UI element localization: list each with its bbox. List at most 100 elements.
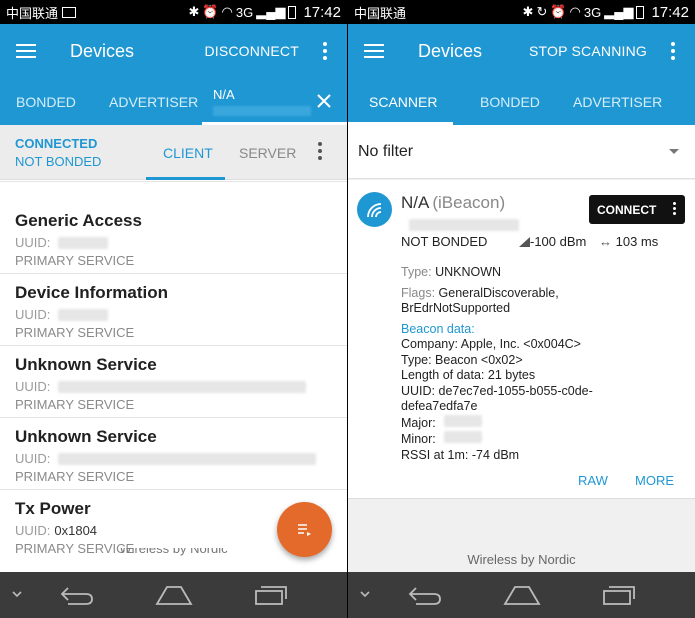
beacon-minor: Minor: xyxy=(401,431,681,448)
recents-icon[interactable] xyxy=(602,584,636,606)
tab-scanner[interactable]: SCANNER xyxy=(369,78,437,125)
connection-state: CONNECTED xyxy=(15,136,98,151)
service-name: Tx Power xyxy=(15,499,91,518)
connected-device-name: N/A xyxy=(213,87,235,102)
clock: 17:42 xyxy=(303,3,341,21)
back-icon[interactable] xyxy=(60,585,94,607)
status-bar: 中国联通 ✱ ↻ ⏰ ◠ 3G ▂▄▆ 17:42 xyxy=(348,0,695,24)
beacon-rssi-1m: RSSI at 1m: -74 dBm xyxy=(401,447,520,462)
disconnect-button[interactable]: DISCONNECT xyxy=(204,43,299,59)
device-card[interactable]: N/A (iBeacon) CONNECT NOT BONDED -100 dBm… xyxy=(348,180,695,499)
device-address-redacted xyxy=(213,106,311,116)
app-bar: Devices DISCONNECT xyxy=(0,24,347,78)
service-type: PRIMARY SERVICE xyxy=(15,397,135,412)
tab-advertiser[interactable]: ADVERTISER xyxy=(573,78,662,125)
home-icon[interactable] xyxy=(503,584,541,606)
tab-client[interactable]: CLIENT xyxy=(163,125,213,180)
wifi-icon: ◠ xyxy=(569,4,581,19)
flags-value-cont: BrEdrNotSupported xyxy=(401,301,511,315)
carrier-label: 中国联通 xyxy=(6,5,59,21)
close-icon[interactable] xyxy=(317,94,331,108)
flags-value: GeneralDiscoverable, xyxy=(438,285,559,300)
device-address-redacted xyxy=(409,219,519,231)
footer-text: Wireless by Nordic xyxy=(467,552,576,567)
service-name: Unknown Service xyxy=(15,427,157,446)
tab-connected-device[interactable]: N/A xyxy=(213,78,313,125)
beacon-company: Company: Apple, Inc. <0x004C> xyxy=(401,337,581,351)
alarm-icon: ⏰ xyxy=(202,4,219,19)
advertising-details: Type: UNKNOWN Flags: GeneralDiscoverable… xyxy=(401,265,681,463)
device-name: N/A (iBeacon) xyxy=(401,193,506,212)
rssi-value: -100 dBm xyxy=(519,234,586,249)
device-type: UNKNOWN xyxy=(435,265,502,279)
service-uuid: UUID: 0x1804 xyxy=(15,523,98,538)
service-uuid: UUID: xyxy=(15,307,109,322)
service-type: PRIMARY SERVICE xyxy=(15,469,135,484)
sync-icon: ↻ xyxy=(536,4,548,19)
home-icon[interactable] xyxy=(155,584,193,606)
network-type-label: 3G xyxy=(583,4,602,20)
service-item-generic-access[interactable]: Generic Access UUID: PRIMARY SERVICE xyxy=(0,202,347,274)
service-name: Device Information xyxy=(15,283,169,302)
tab-server[interactable]: SERVER xyxy=(239,125,296,180)
more-vert-icon[interactable] xyxy=(661,42,685,60)
beacon-icon xyxy=(357,192,392,227)
service-item-unknown-1[interactable]: Unknown Service UUID: PRIMARY SERVICE xyxy=(0,346,347,418)
menu-icon[interactable] xyxy=(16,44,36,58)
beacon-length: Length of data: 21 bytes xyxy=(401,368,536,382)
menu-icon[interactable] xyxy=(364,44,384,58)
chevron-down-icon[interactable] xyxy=(12,591,22,599)
beacon-type: Type: Beacon <0x02> xyxy=(401,352,523,367)
bluetooth-icon: ✱ xyxy=(188,4,200,19)
clock: 17:42 xyxy=(651,3,689,21)
tab-bonded[interactable]: BONDED xyxy=(480,78,540,125)
battery-icon xyxy=(288,5,297,19)
service-item-device-information[interactable]: Device Information UUID: PRIMARY SERVICE xyxy=(0,274,347,346)
status-icons: ✱ ⏰ ◠ 3G ▂▄▆ 17:42 xyxy=(188,4,341,21)
scanner-tab-bar: SCANNER BONDED ADVERTISER xyxy=(348,78,695,125)
fab-action-icon xyxy=(297,523,311,536)
interval-icon: ↔ xyxy=(599,234,612,249)
beacon-uuid-cont: defea7edfa7e xyxy=(401,399,478,413)
app-title: Devices xyxy=(70,40,135,61)
service-name: Generic Access xyxy=(15,211,142,230)
service-uuid: UUID: xyxy=(15,451,317,466)
back-icon[interactable] xyxy=(408,585,442,607)
left-screen: 中国联通 ✱ ⏰ ◠ 3G ▂▄▆ 17:42 Devices DISCONNE… xyxy=(0,0,347,618)
stop-scanning-button[interactable]: STOP SCANNING xyxy=(529,43,647,59)
bond-state: NOT BONDED xyxy=(401,234,488,249)
status-icons: ✱ ↻ ⏰ ◠ 3G ▂▄▆ 17:42 xyxy=(523,4,689,21)
service-item-unknown-2[interactable]: Unknown Service UUID: PRIMARY SERVICE xyxy=(0,418,347,490)
beacon-major: Major: xyxy=(401,414,681,432)
beacon-data-label: Beacon data: xyxy=(401,321,475,336)
list-item[interactable]: PRIMARY SERVICE xyxy=(0,180,347,182)
interval-value: ↔ 103 ms xyxy=(599,234,659,249)
dropdown-arrow-icon xyxy=(669,149,679,154)
app-bar: Devices STOP SCANNING xyxy=(348,24,695,78)
more-button[interactable]: MORE xyxy=(635,473,674,488)
app-title: Devices xyxy=(418,40,483,61)
status-bar: 中国联通 ✱ ⏰ ◠ 3G ▂▄▆ 17:42 xyxy=(0,0,347,24)
battery-icon xyxy=(636,5,645,19)
system-nav-bar xyxy=(348,572,695,618)
service-uuid: UUID: xyxy=(15,379,307,394)
raw-button[interactable]: RAW xyxy=(578,473,608,488)
more-vert-icon[interactable] xyxy=(313,42,337,60)
fab-action-button[interactable] xyxy=(277,502,332,557)
signal-strength-icon: ▂▄▆ xyxy=(256,4,286,19)
chevron-down-icon[interactable] xyxy=(360,591,370,599)
system-nav-bar xyxy=(0,572,347,618)
connect-button[interactable]: CONNECT xyxy=(589,195,685,224)
connection-bar: CONNECTED NOT BONDED CLIENT SERVER xyxy=(0,125,347,180)
tab-bonded[interactable]: BONDED xyxy=(16,78,76,125)
signal-strength-icon: ▂▄▆ xyxy=(604,4,634,19)
beacon-uuid: UUID: de7ec7ed-1055-b055-c0de- xyxy=(401,383,593,398)
signal-icon xyxy=(519,236,530,247)
service-type: PRIMARY SERVICE xyxy=(15,253,135,268)
recents-icon[interactable] xyxy=(254,584,288,606)
connect-more-icon[interactable] xyxy=(673,202,676,215)
tab-advertiser[interactable]: ADVERTISER xyxy=(109,78,198,125)
filter-dropdown[interactable]: No filter xyxy=(348,125,695,179)
image-notification-icon xyxy=(62,6,77,18)
connection-more-icon[interactable] xyxy=(316,142,324,162)
